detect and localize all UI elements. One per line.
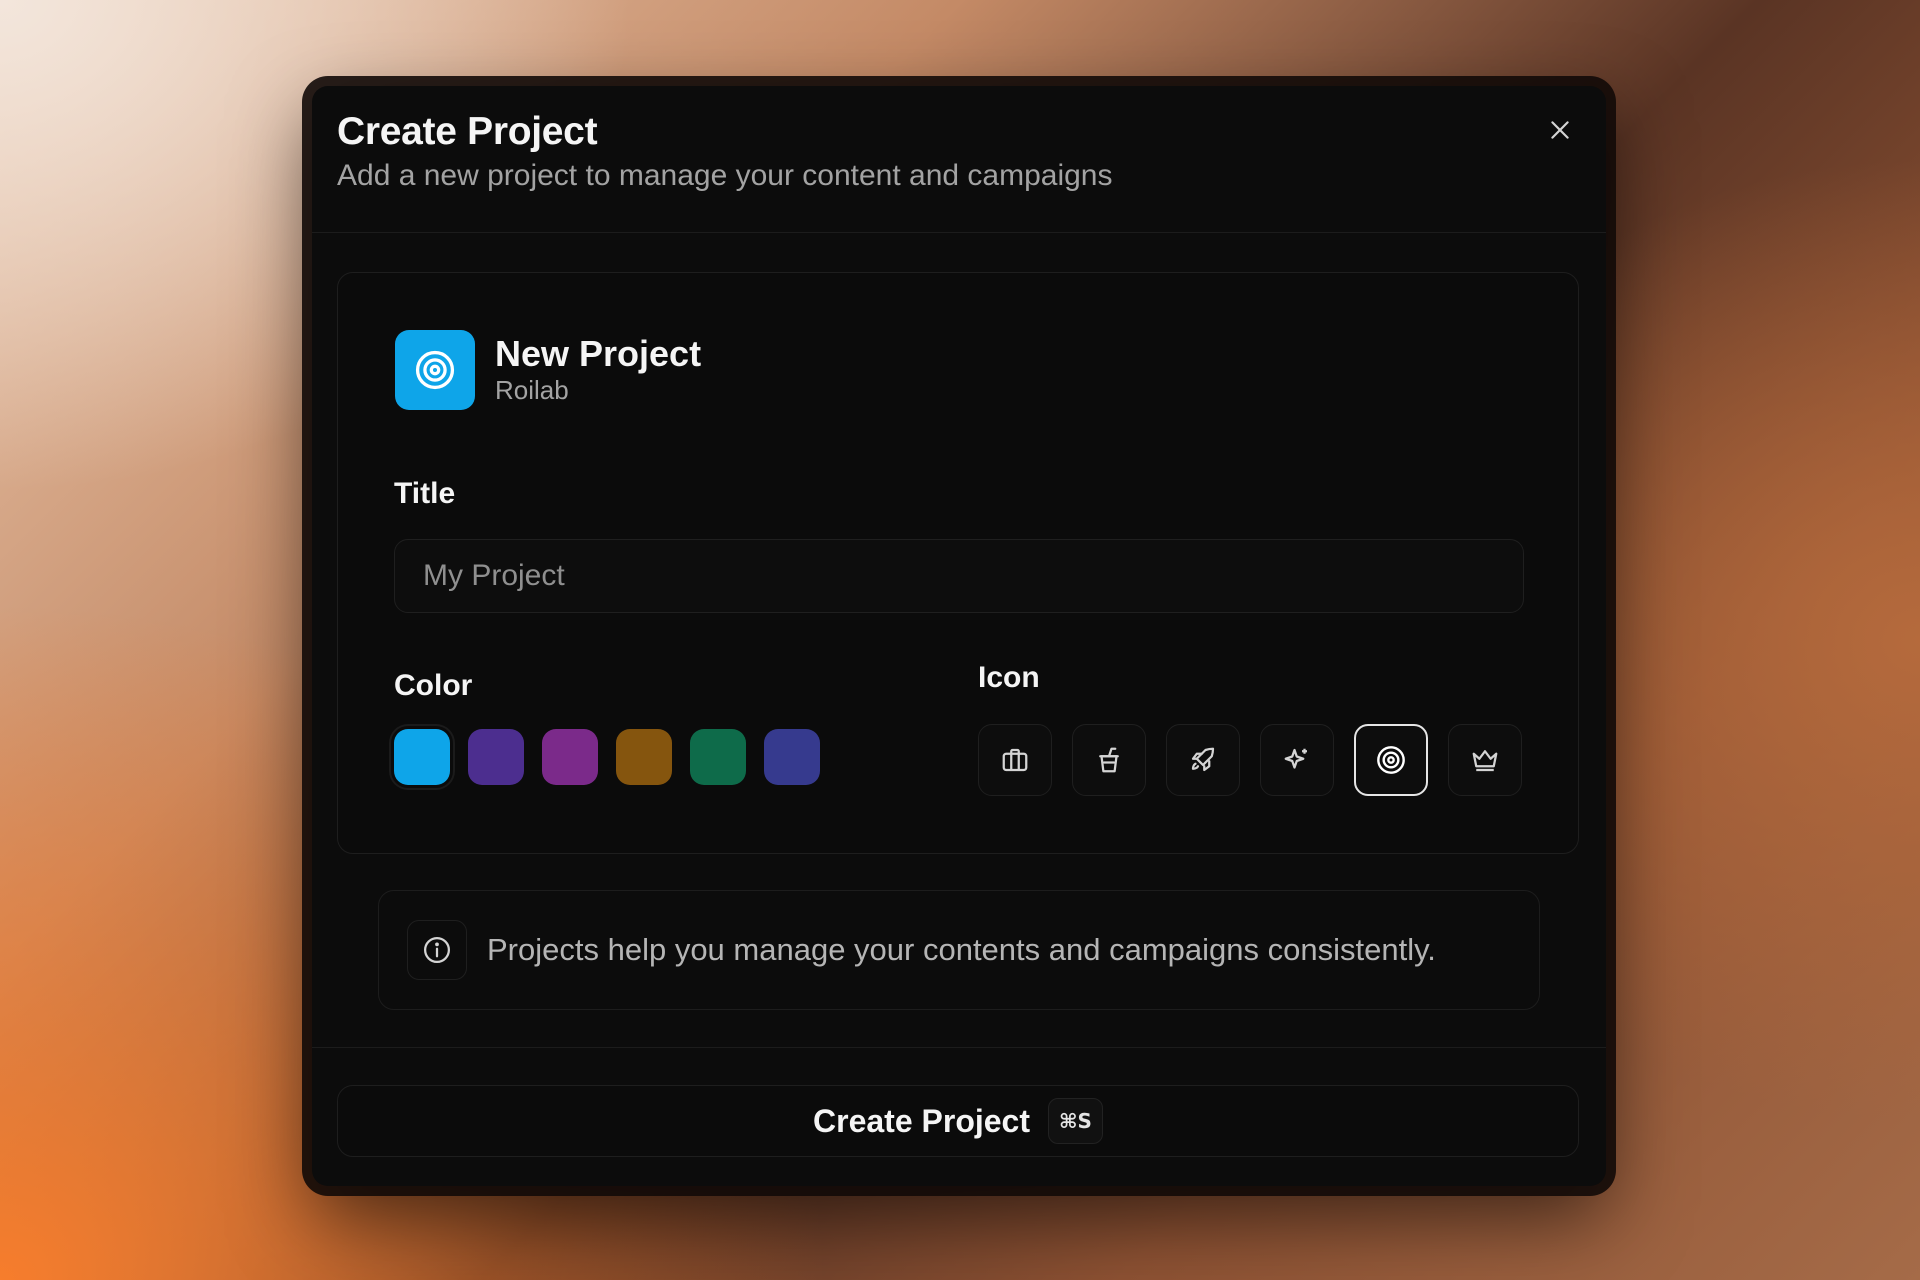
info-callout: Projects help you manage your contents a… bbox=[378, 890, 1540, 1010]
target-icon bbox=[1377, 746, 1405, 774]
project-form-card: New Project Roilab Title Color Icon bbox=[337, 272, 1579, 854]
info-icon-wrap bbox=[407, 920, 467, 980]
color-swatch-sky[interactable] bbox=[394, 729, 450, 785]
project-preview: New Project Roilab bbox=[395, 330, 701, 410]
icon-options bbox=[978, 724, 1522, 796]
icon-option-sparkle[interactable] bbox=[1260, 724, 1334, 796]
title-label: Title bbox=[394, 477, 456, 510]
modal-title: Create Project bbox=[337, 110, 598, 153]
color-swatches bbox=[394, 729, 820, 785]
color-label: Color bbox=[394, 669, 473, 702]
color-swatch-amber[interactable] bbox=[616, 729, 672, 785]
sparkle-icon bbox=[1284, 748, 1307, 769]
title-input[interactable] bbox=[394, 539, 1524, 613]
modal-subtitle: Add a new project to manage your content… bbox=[337, 159, 1113, 192]
preview-icon-tile bbox=[395, 330, 475, 410]
info-icon bbox=[424, 937, 450, 963]
preview-project-name: New Project bbox=[495, 333, 702, 374]
modal-header: Create Project Add a new project to mana… bbox=[312, 86, 1606, 233]
create-project-modal: Create Project Add a new project to mana… bbox=[312, 86, 1606, 1186]
icon-option-crown[interactable] bbox=[1448, 724, 1522, 796]
icon-label: Icon bbox=[978, 661, 1040, 694]
color-swatch-purple[interactable] bbox=[542, 729, 598, 785]
color-swatch-green[interactable] bbox=[690, 729, 746, 785]
footer-divider bbox=[312, 1047, 1606, 1048]
icon-option-rocket[interactable] bbox=[1166, 724, 1240, 796]
info-text: Projects help you manage your contents a… bbox=[487, 932, 1436, 967]
preview-org-name: Roilab bbox=[495, 375, 569, 405]
preview-text: New Project Roilab bbox=[495, 334, 701, 406]
crown-icon bbox=[1472, 750, 1498, 772]
target-icon bbox=[415, 350, 455, 390]
rocket-icon bbox=[1191, 747, 1215, 772]
close-button[interactable] bbox=[1542, 112, 1578, 148]
cup-icon bbox=[1099, 747, 1119, 773]
icon-option-target[interactable] bbox=[1354, 724, 1428, 796]
color-swatch-violet[interactable] bbox=[468, 729, 524, 785]
close-icon bbox=[1551, 121, 1569, 139]
create-project-button[interactable]: Create Project ⌘S bbox=[337, 1085, 1579, 1157]
briefcase-icon bbox=[1002, 748, 1028, 772]
create-project-label: Create Project bbox=[813, 1102, 1030, 1139]
icon-option-cup[interactable] bbox=[1072, 724, 1146, 796]
keyboard-shortcut-badge: ⌘S bbox=[1048, 1098, 1103, 1144]
icon-option-briefcase[interactable] bbox=[978, 724, 1052, 796]
color-swatch-indigo[interactable] bbox=[764, 729, 820, 785]
